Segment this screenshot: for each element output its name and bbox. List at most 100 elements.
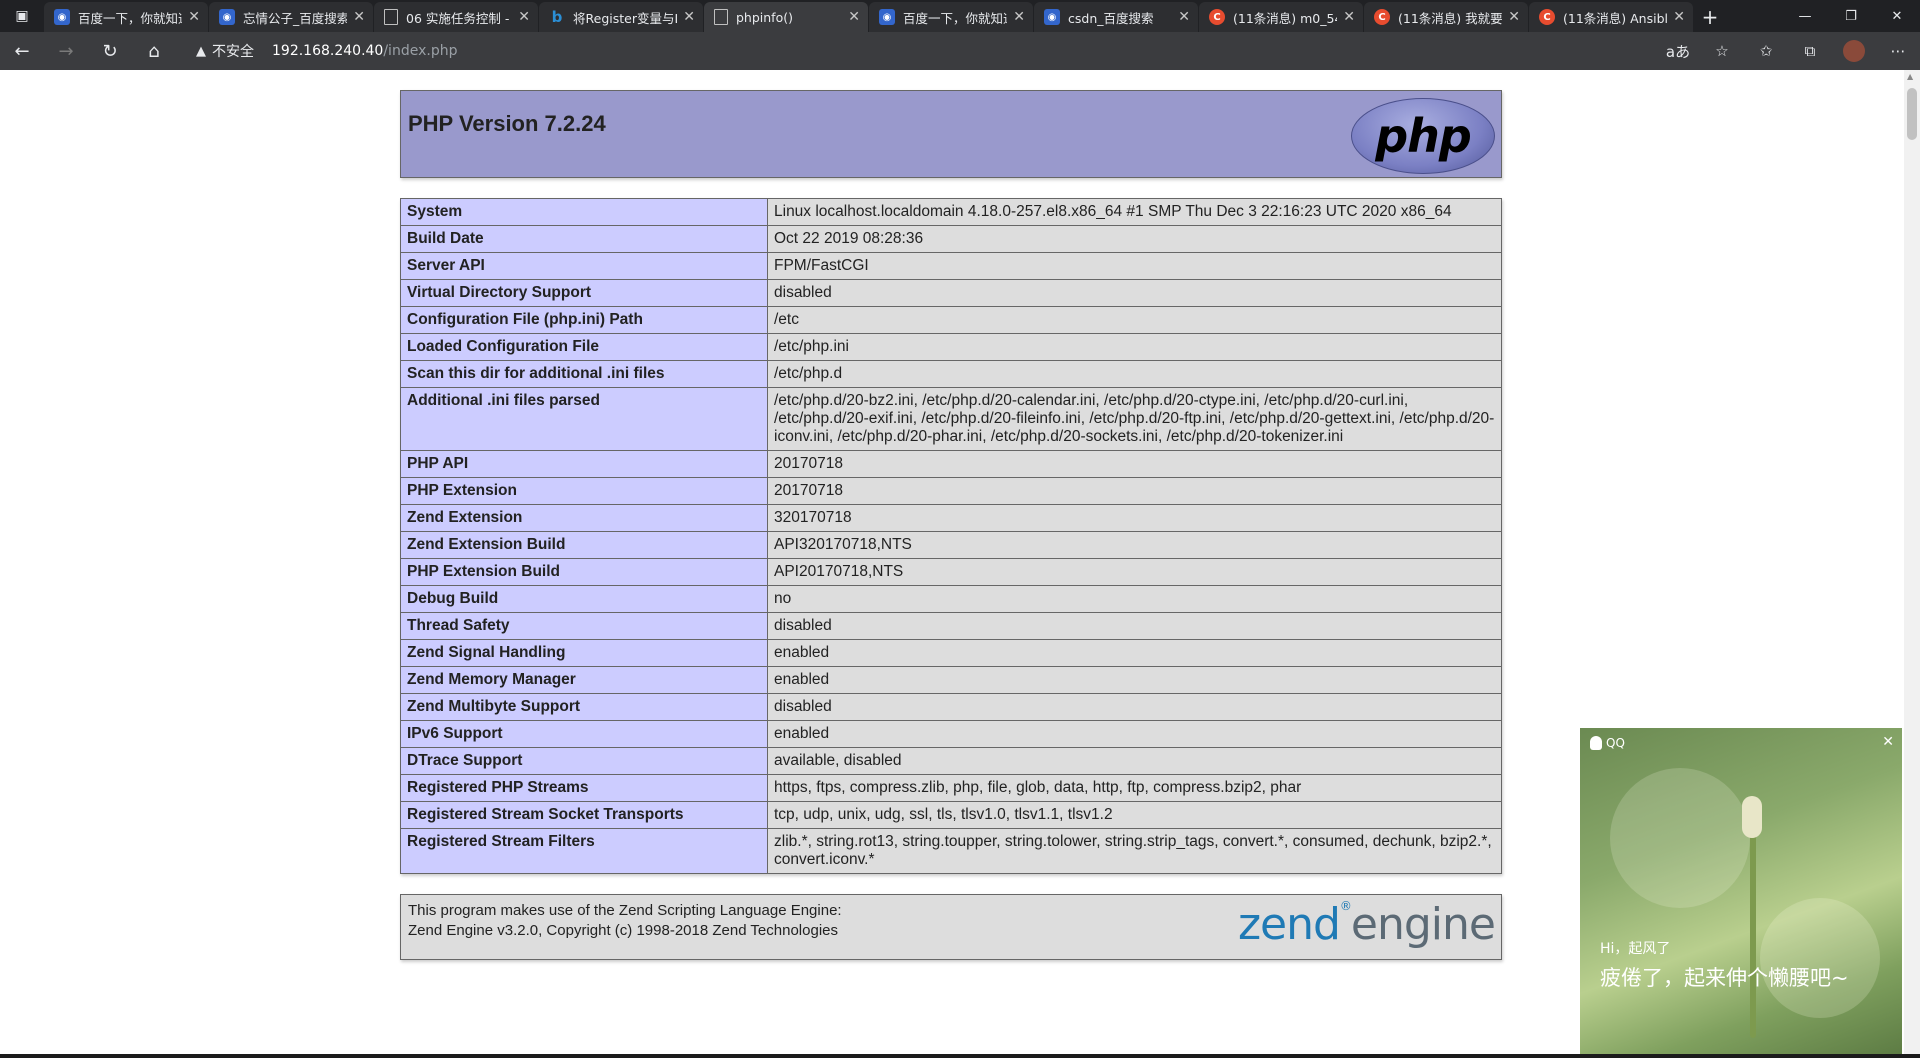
row-value: disabled [767,693,1502,721]
close-window-icon[interactable]: ✕ [1874,0,1920,32]
table-row: Registered Stream Filters zlib.*, string.… [400,828,1502,874]
engine-logo-word: engine [1350,899,1496,950]
close-icon[interactable]: ✕ [1882,734,1894,750]
new-tab-button[interactable]: + [1694,2,1726,32]
table-row: Build Date Oct 22 2019 08:28:36 [400,225,1502,253]
tab-close-icon[interactable]: ✕ [518,9,530,25]
url-path[interactable]: /index.php [383,43,457,59]
page-icon [714,9,728,25]
table-row: Loaded Configuration File/etc/php.ini [400,333,1502,361]
row-key: Registered PHP Streams [400,774,768,802]
row-key: Zend Extension [400,504,768,532]
row-key: Zend Extension Build [400,531,768,559]
row-value: Oct 22 2019 08:28:36 [767,225,1502,253]
tab-8[interactable]: C (11条消息) 我就要 ✕ [1364,2,1528,32]
tab-close-icon[interactable]: ✕ [1673,9,1685,25]
tab-title: phpinfo() [736,9,793,25]
tab-close-icon[interactable]: ✕ [1508,9,1520,25]
qq-message: 疲倦了，起来伸个懒腰吧~ [1600,966,1849,990]
tab-title: (11条消息) 我就要 [1398,10,1503,26]
row-key: Registered Stream Socket Transports [400,801,768,829]
tab-title: 百度一下，你就知道 [78,10,183,26]
php-logo[interactable]: php [1351,98,1495,174]
tab-actions-icon[interactable]: ▣ [0,0,44,32]
collections-icon[interactable]: ⧉ [1788,32,1832,70]
back-icon[interactable]: ← [0,32,44,70]
table-row: Additional .ini files parsed/etc/php.d/2… [400,387,1502,451]
scroll-up-icon[interactable]: ▲ [1907,72,1913,81]
tab-close-icon[interactable]: ✕ [188,9,200,25]
row-value: 20170718 [767,450,1502,478]
refresh-icon[interactable]: ↻ [88,32,132,70]
tab-close-icon[interactable]: ✕ [1178,9,1190,25]
qq-notification-popup[interactable]: QQ ✕ Hi，起风了 疲倦了，起来伸个懒腰吧~ [1580,728,1902,1054]
zend-engine-logo[interactable]: zend®engine [1238,899,1496,950]
tab-5[interactable]: ◉ 百度一下，你就知道 ✕ [869,2,1033,32]
row-value: https, ftps, compress.zlib, php, file, g… [767,774,1502,802]
read-aloud-icon[interactable]: aあ [1656,32,1700,70]
tab-close-icon[interactable]: ✕ [1013,9,1025,25]
baidu-icon: ◉ [54,9,70,25]
row-key: Debug Build [400,585,768,613]
tab-1[interactable]: ◉ 忘情公子_百度搜索 ✕ [209,2,373,32]
row-value: enabled [767,666,1502,694]
table-row: Zend Memory Manager enabled [400,666,1502,694]
plant-stem [1750,808,1756,1038]
tab-close-icon[interactable]: ✕ [353,9,365,25]
add-favorite-icon[interactable]: ☆ [1700,32,1744,70]
minimize-icon[interactable]: — [1782,0,1828,32]
scrollbar-thumb[interactable] [1907,88,1917,140]
row-value: /etc/php.d [767,360,1502,388]
table-row: Zend Extension Build API320170718,NTS [400,531,1502,559]
tab-0[interactable]: ◉ 百度一下，你就知道 ✕ [44,2,208,32]
vertical-scrollbar[interactable]: ▲ [1904,70,1920,1054]
tab-6[interactable]: ◉ csdn_百度搜索 ✕ [1034,2,1198,32]
security-label[interactable]: 不安全 [212,41,254,61]
page-icon [384,9,398,25]
bing-icon: b [551,8,563,26]
tab-title: 06 实施任务控制 - [406,10,510,26]
row-value: available, disabled [767,747,1502,775]
table-row: Configuration File (php.ini) Path/etc [400,306,1502,334]
home-icon[interactable]: ⌂ [132,32,176,70]
tab-4[interactable]: phpinfo() ✕ [704,2,868,32]
tab-9[interactable]: C (11条消息) Ansible ✕ [1529,2,1693,32]
tab-title: 百度一下，你就知道 [903,10,1008,26]
row-value: 20170718 [767,477,1502,505]
tab-2[interactable]: 06 实施任务控制 - ✕ [374,2,538,32]
row-key: Additional .ini files parsed [400,387,768,451]
tab-close-icon[interactable]: ✕ [848,9,860,25]
tab-3[interactable]: b 将Register变量与Li ✕ [539,2,703,32]
avatar[interactable] [1843,40,1865,62]
baidu-icon: ◉ [219,9,235,25]
row-key: PHP Extension [400,477,768,505]
toolbar-right: aあ ☆ ✩ ⧉ ⋯ [1656,32,1920,70]
page-title: PHP Version 7.2.24 [408,111,606,136]
table-row: PHP Extension Build API20170718,NTS [400,558,1502,586]
row-value: zlib.*, string.rot13, string.toupper, st… [767,828,1502,874]
forward-icon[interactable]: → [44,32,88,70]
tab-close-icon[interactable]: ✕ [683,9,695,25]
more-menu-icon[interactable]: ⋯ [1876,32,1920,70]
table-row: System Linux localhost.localdomain 4.18.0… [400,198,1502,226]
favorites-icon[interactable]: ✩ [1744,32,1788,70]
table-row: Virtual Directory Support disabled [400,279,1502,307]
registered-mark: ® [1339,899,1352,913]
table-row: PHP Extension 20170718 [400,477,1502,505]
tab-7[interactable]: C (11条消息) m0_540 ✕ [1199,2,1363,32]
php-logo-text: php [1375,109,1472,163]
maximize-icon[interactable]: ❐ [1828,0,1874,32]
info-table: System Linux localhost.localdomain 4.18.0… [400,198,1502,874]
warning-icon[interactable]: ▲ [196,44,206,59]
row-value: API320170718,NTS [767,531,1502,559]
row-key: Virtual Directory Support [400,279,768,307]
url-host[interactable]: 192.168.240.40 [272,43,383,59]
background-bokeh [1760,898,1880,1018]
row-value: FPM/FastCGI [767,252,1502,280]
row-key: Build Date [400,225,768,253]
baidu-icon: ◉ [1044,9,1060,25]
row-key: PHP API [400,450,768,478]
address-bar[interactable]: ▲ 不安全 192.168.240.40/index.php [196,37,1676,65]
tab-close-icon[interactable]: ✕ [1343,9,1355,25]
row-key: Scan this dir for additional .ini files [400,360,768,388]
